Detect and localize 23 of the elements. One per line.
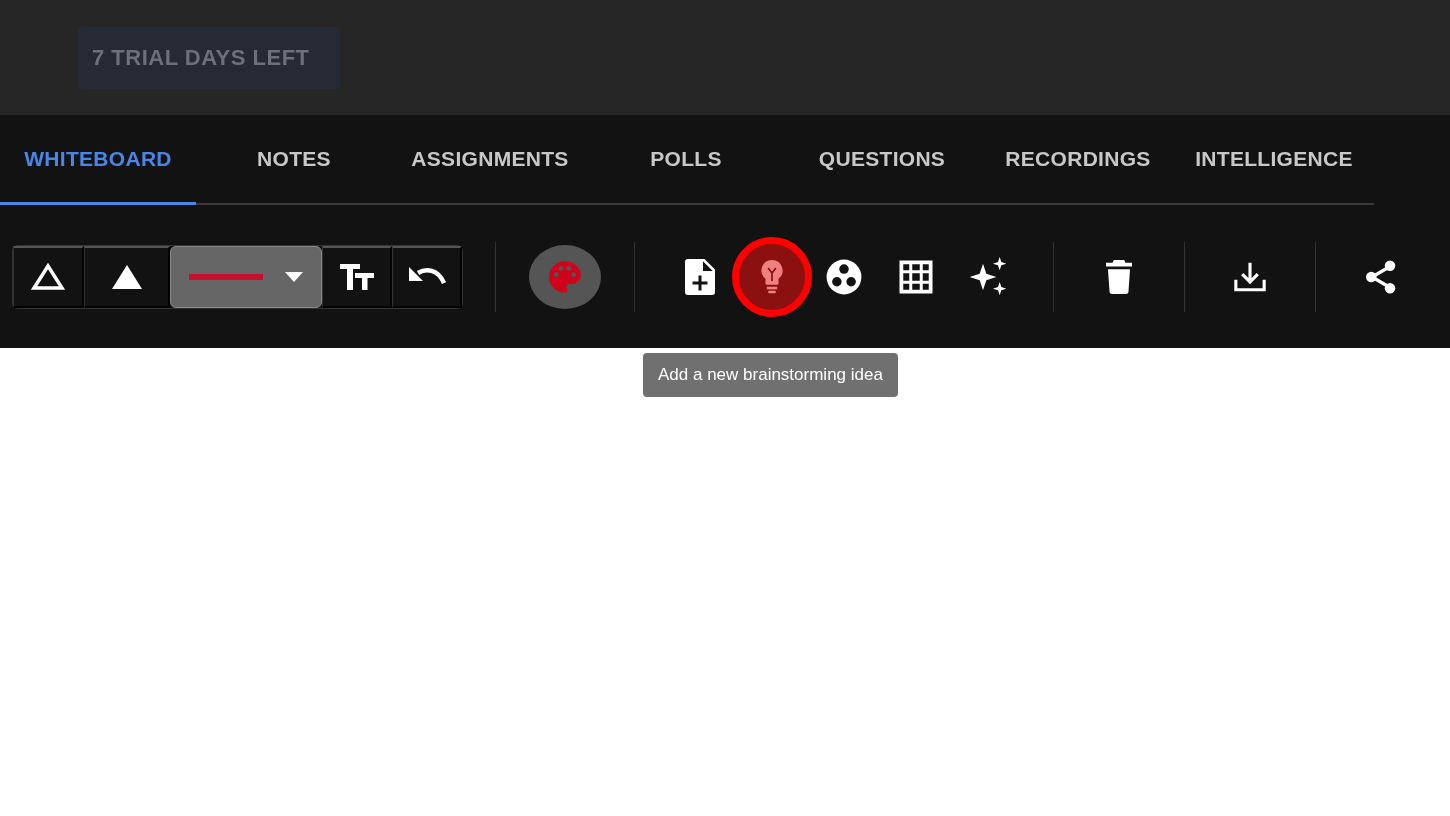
add-page-icon	[685, 258, 715, 295]
trash-icon	[1106, 259, 1132, 294]
undo-button[interactable]	[392, 245, 462, 308]
trial-badge: 7 TRIAL DAYS LEFT	[78, 26, 340, 89]
line-color-icon	[189, 272, 263, 281]
tooltip: Add a new brainstorming idea	[643, 353, 898, 397]
caret-icon	[285, 271, 303, 282]
sparkles-icon	[968, 256, 1008, 297]
triangle-outline-icon	[31, 262, 65, 291]
line-color-button[interactable]	[170, 245, 322, 308]
tab[interactable]: INTELLIGENCE	[1176, 115, 1372, 205]
tab[interactable]: NOTES	[196, 115, 392, 205]
tab[interactable]: QUESTIONS	[784, 115, 980, 205]
tab[interactable]: RECORDINGS	[980, 115, 1176, 205]
tab[interactable]: ASSIGNMENTS	[392, 115, 588, 205]
triangle-outline-button[interactable]	[13, 245, 84, 308]
triangle-filled-button[interactable]	[84, 245, 170, 308]
lightbulb-icon	[759, 259, 785, 294]
grid-icon	[898, 258, 934, 295]
three-dots-circle-icon	[825, 257, 863, 296]
tab[interactable]: POLLS	[588, 115, 784, 205]
text-size-icon	[338, 262, 375, 291]
text-size-button[interactable]	[322, 245, 392, 308]
